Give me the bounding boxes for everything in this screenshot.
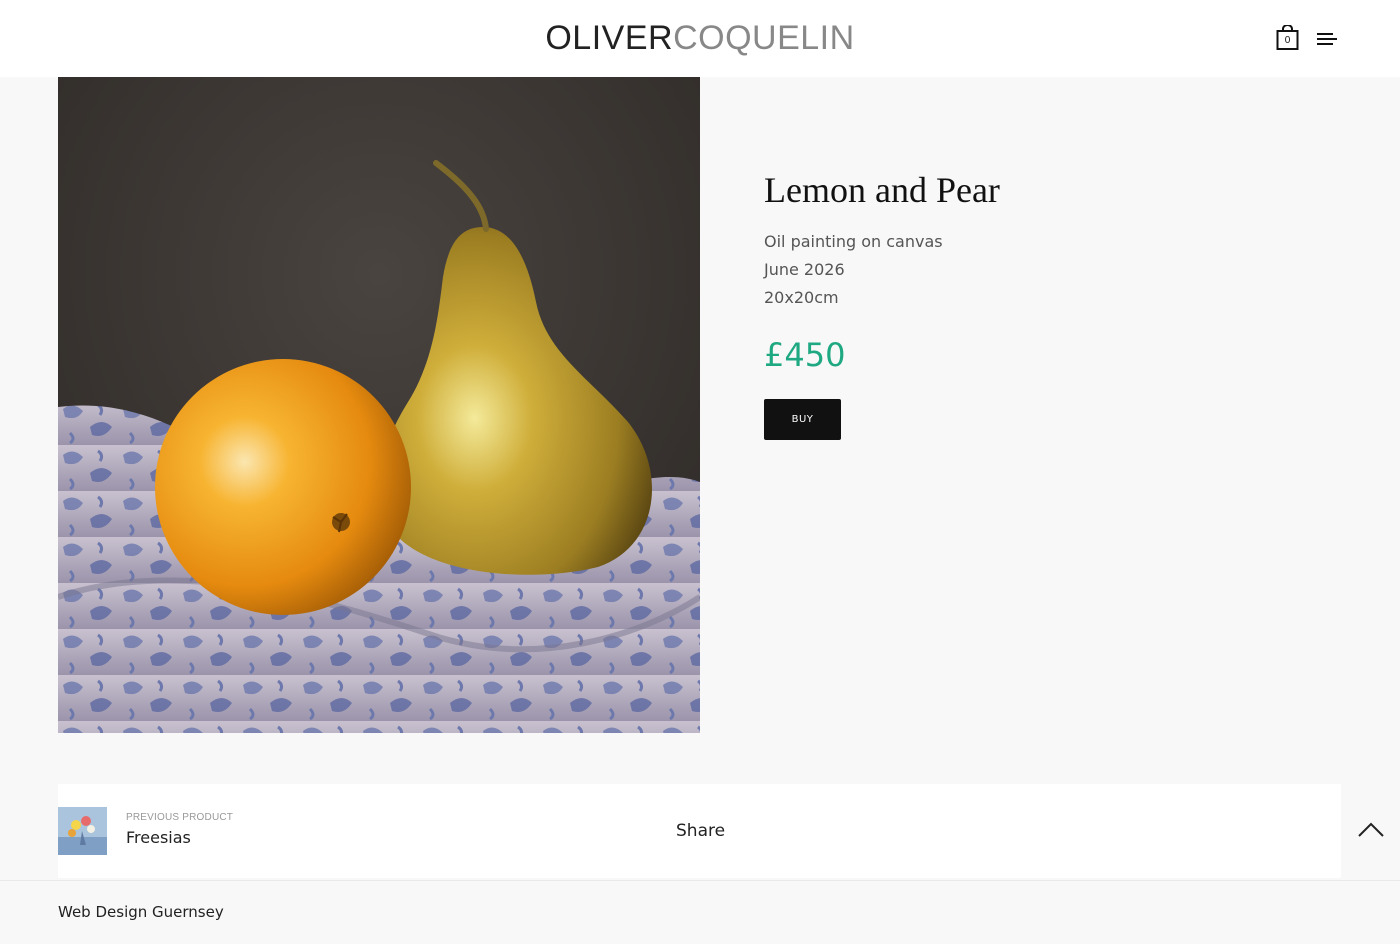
painting-lemon-and-pear	[58, 77, 700, 733]
cart-button[interactable]: 0	[1276, 24, 1299, 51]
share-button[interactable]: Share	[676, 821, 725, 841]
product-image[interactable]	[58, 77, 700, 733]
site-footer: Web Design Guernsey	[0, 880, 1400, 944]
product-size: 20x20cm	[764, 288, 839, 307]
back-to-top-button[interactable]	[1357, 820, 1385, 840]
cart-count: 0	[1284, 35, 1291, 46]
previous-product-link[interactable]: Freesias	[126, 828, 191, 847]
chevron-up-icon	[1358, 822, 1384, 837]
product-medium: Oil painting on canvas	[764, 232, 943, 251]
product-price: £450	[764, 336, 846, 374]
site-logo[interactable]: OLIVERCOQUELIN	[0, 18, 1400, 58]
product-navigation: PREVIOUS PRODUCT Freesias Share	[58, 784, 1341, 878]
logo-last-name[interactable]: COQUELIN	[673, 19, 855, 57]
site-header: OLIVERCOQUELIN 0	[0, 0, 1400, 77]
footer-web-design-link[interactable]: Web Design Guernsey	[58, 903, 224, 921]
hamburger-menu-icon[interactable]	[1317, 31, 1337, 45]
previous-product-thumbnail[interactable]	[58, 807, 107, 855]
product-title: Lemon and Pear	[764, 170, 1000, 210]
buy-button[interactable]: BUY	[764, 399, 841, 440]
logo-first-name[interactable]: OLIVER	[545, 19, 673, 57]
product-date: June 2026	[764, 260, 845, 279]
previous-product-label[interactable]: PREVIOUS PRODUCT	[126, 812, 233, 823]
